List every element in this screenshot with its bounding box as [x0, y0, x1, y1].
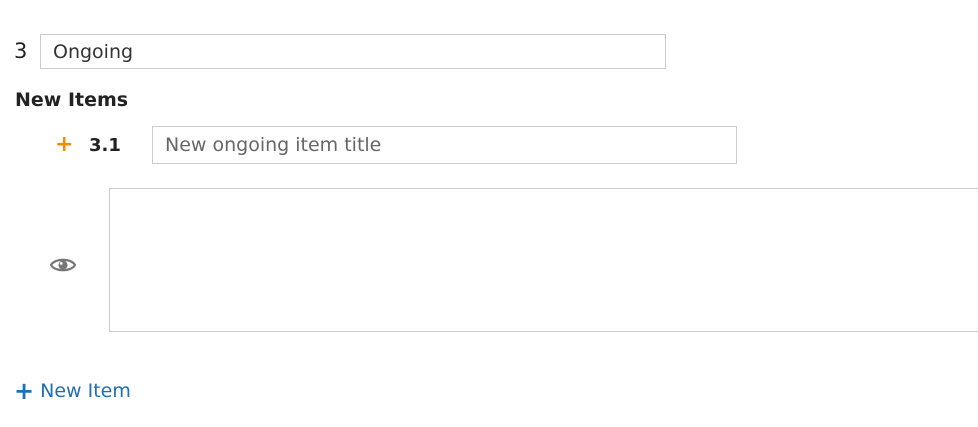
- section-title-input[interactable]: [40, 34, 666, 69]
- agenda-editor: 3 New Items + 3.1 + New Item: [0, 0, 978, 427]
- new-item-label: New Item: [40, 380, 131, 402]
- eye-icon[interactable]: [50, 255, 76, 275]
- new-items-heading: New Items: [15, 89, 129, 111]
- item-body-textarea[interactable]: [109, 188, 978, 332]
- new-item-marker-icon: +: [55, 132, 74, 157]
- new-item-button[interactable]: + New Item: [14, 377, 131, 405]
- item-number: 3.1: [89, 135, 121, 156]
- section-number: 3: [14, 39, 28, 63]
- plus-icon: +: [14, 377, 35, 405]
- item-title-input[interactable]: [152, 126, 737, 164]
